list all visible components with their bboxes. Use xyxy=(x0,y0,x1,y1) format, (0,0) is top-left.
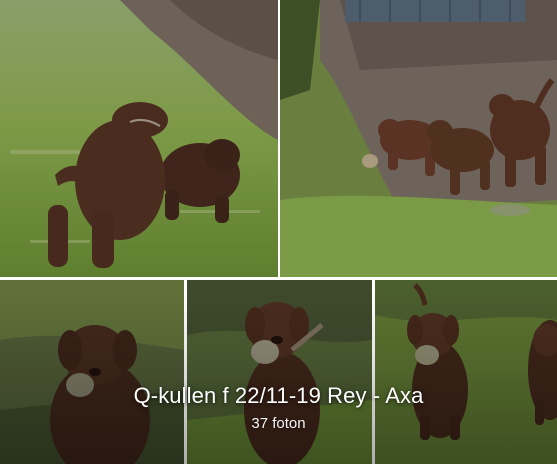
album-photo-2[interactable] xyxy=(280,0,557,277)
album-photo-5[interactable] xyxy=(375,280,557,464)
album-caption: Q-kullen f 22/11-19 Rey - Axa 37 foton xyxy=(0,381,557,433)
album-photo-3[interactable] xyxy=(0,280,184,464)
album-photo-1-image xyxy=(0,0,278,277)
album-title[interactable]: Q-kullen f 22/11-19 Rey - Axa xyxy=(0,381,557,411)
album-photo-count: 37 foton xyxy=(251,415,306,432)
album-photo-4[interactable] xyxy=(187,280,372,464)
album-photo-3-image xyxy=(0,280,184,464)
album-photo-5-image xyxy=(375,280,557,464)
album-photo-4-image xyxy=(187,280,372,464)
album-photo-2-image xyxy=(280,0,557,277)
album-photo-1[interactable] xyxy=(0,0,278,277)
photo-album-tile[interactable]: Q-kullen f 22/11-19 Rey - Axa 37 foton xyxy=(0,0,557,464)
